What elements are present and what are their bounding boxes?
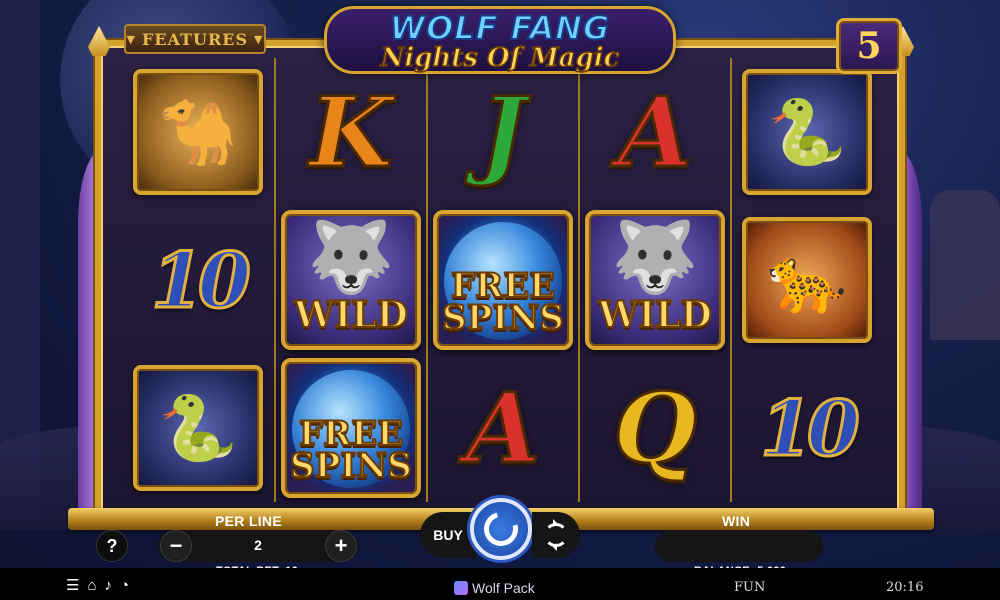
puma-icon: 🐆 [767,244,847,316]
symbol-letter-a: A [616,74,694,190]
symbol-puma: 🐆 [742,217,872,343]
autoplay-button[interactable] [532,512,580,558]
win-label: WIN [722,513,751,529]
reel-cell: FREE SPINS [276,354,426,502]
decrease-bet-button[interactable]: − [160,530,192,562]
reel-3: J FREE SPINS A [426,58,578,502]
reel-cell: 🐍 [732,58,882,206]
features-label: FEATURES [142,29,248,49]
autoplay-icon [544,519,568,551]
camel-icon: 🐪 [158,96,238,168]
increase-bet-button[interactable]: + [325,530,357,562]
spin-button[interactable] [470,498,532,560]
symbol-ten: 10 [759,382,862,474]
reel-cell: 🐆 [732,206,882,354]
snake-icon: 🐍 [767,96,847,168]
reel-cell: K [276,58,426,206]
snake-icon: 🐍 [158,392,238,464]
win-display [655,530,823,562]
free-spins-label-line2: SPINS [441,298,565,338]
wolf-icon: 🐺 [307,217,395,296]
bet-per-line-value: 2 [254,537,262,553]
free-spins-label: FREE SPINS [289,416,413,486]
symbol-free-spins-moon: FREE SPINS [281,358,421,498]
chevron-down-icon: ▼ [254,32,264,46]
brand-logo-icon [454,581,468,595]
symbol-letter-k: K [308,74,394,190]
reel-5: 🐍 🐆 10 [730,58,882,502]
turbo-icon[interactable]: ◔ [120,578,129,593]
buy-feature-button[interactable]: BUY [420,512,476,558]
free-spins-label: FREE SPINS [441,268,565,338]
spin-icon [477,505,525,553]
reel-4: A 🐺 WILD Q [578,58,730,502]
wolf-icon: 🐺 [611,217,699,296]
game-logo: WOLF FANG Nights Of Magic [324,6,676,74]
symbol-letter-a: A [464,370,542,486]
symbol-ten: 10 [150,234,253,326]
symbol-wild-wolf: 🐺 WILD [281,210,421,350]
symbol-letter-j: J [479,74,527,190]
symbol-wild-wolf: 🐺 WILD [585,210,725,350]
background-palace [930,190,1000,340]
brand: Wolf Pack [454,580,535,596]
reel-cell: A [428,354,578,502]
reel-grid: 🐪 10 🐍 K 🐺 WILD FREE SPINS J FREE SPINS A A 🐺 WILD Q 🐍 🐆 1… [122,58,882,502]
reel-cell: 🐺 WILD [276,206,426,354]
reel-1: 🐪 10 🐍 [122,58,274,502]
sound-icon[interactable]: ♪ [105,578,113,593]
reel-cell: Q [580,354,730,502]
reel-cell: 10 [122,206,274,354]
symbol-snake: 🐍 [133,365,263,491]
home-icon[interactable]: ⌂ [87,578,96,593]
play-mode: FUN [734,580,766,595]
wild-label: WILD [293,293,409,336]
reel-cell: J [428,58,578,206]
chevron-down-icon: ▼ [126,32,136,46]
brand-name: Wolf Pack [472,580,535,596]
wild-label: WILD [597,293,713,336]
reel-cell: 10 [732,354,882,502]
reel-cell: FREE SPINS [428,206,578,354]
free-spins-label-line2: SPINS [289,446,413,486]
symbol-snake: 🐍 [742,69,872,195]
free-spins-counter: 5 [836,18,902,74]
reel-cell: 🐪 [122,58,274,206]
symbol-letter-q: Q [612,370,699,486]
reel-cell: 🐍 [122,354,274,502]
features-dropdown[interactable]: ▼ FEATURES ▼ [124,24,266,54]
menu-icon[interactable]: ☰ [66,578,79,593]
game-subtitle: Nights Of Magic [380,43,620,73]
symbol-camel: 🐪 [133,69,263,195]
clock: 20:16 [886,580,924,595]
game-title: WOLF FANG [389,9,611,47]
symbol-free-spins-moon: FREE SPINS [433,210,573,350]
help-button[interactable]: ? [96,530,128,562]
reel-2: K 🐺 WILD FREE SPINS [274,58,426,502]
reel-cell: 🐺 WILD [580,206,730,354]
per-line-label: PER LINE [215,513,282,529]
reel-cell: A [580,58,730,206]
bottom-icons: ☰ ⌂ ♪ ◔ [66,578,129,593]
